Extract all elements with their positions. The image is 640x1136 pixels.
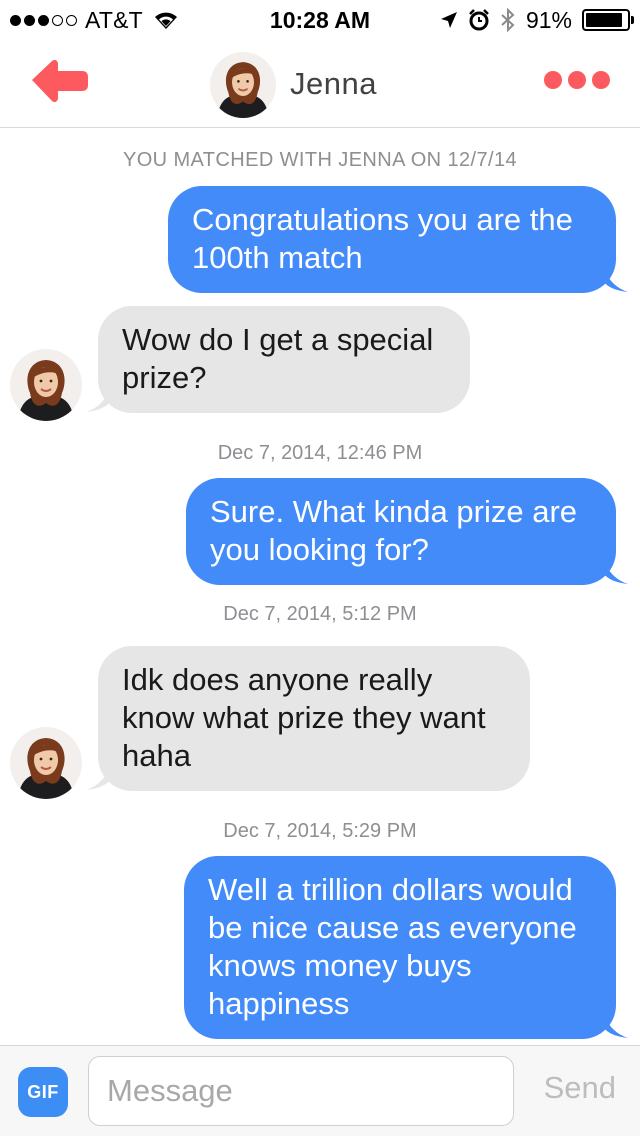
message-timestamp: Dec 7, 2014, 5:12 PM: [223, 603, 417, 625]
sender-avatar[interactable]: [10, 349, 82, 421]
incoming-message[interactable]: Idk does anyone really know what prize t…: [98, 646, 530, 791]
message-text: Congratulations you are the 100th match: [192, 202, 573, 275]
status-bar: AT&T 10:28 AM 91%: [0, 0, 640, 40]
message-input[interactable]: [88, 1056, 514, 1126]
gif-button[interactable]: GIF: [18, 1067, 68, 1117]
chat-header: Jenna: [0, 40, 640, 128]
more-options-button[interactable]: [544, 71, 610, 89]
message-text: Well a trillion dollars would be nice ca…: [208, 872, 577, 1021]
bubble-tail: [86, 388, 110, 412]
back-arrow-icon: [32, 59, 88, 103]
message-timestamp: Dec 7, 2014, 12:46 PM: [217, 442, 423, 464]
sender-avatar[interactable]: [10, 727, 82, 799]
incoming-message[interactable]: Wow do I get a special prize?: [98, 306, 470, 413]
send-button[interactable]: Send: [544, 1070, 616, 1106]
outgoing-message[interactable]: Congratulations you are the 100th match: [168, 186, 616, 293]
battery-percent: 91%: [525, 6, 572, 33]
bubble-tail: [604, 1014, 628, 1038]
battery-icon: [582, 9, 634, 31]
message-text: Sure. What kinda prize are you looking f…: [210, 494, 578, 567]
message-text: Idk does anyone really know what prize t…: [122, 662, 486, 773]
battery-fill: [586, 13, 623, 27]
location-arrow-icon: [440, 12, 457, 28]
outgoing-message[interactable]: Well a trillion dollars would be nice ca…: [184, 856, 616, 1039]
bubble-tail: [86, 766, 110, 790]
bubble-tail: [604, 560, 628, 584]
match-notice: YOU MATCHED WITH JENNA ON 12/7/14: [122, 149, 517, 171]
match-avatar[interactable]: [210, 52, 276, 118]
more-dots-icon: [544, 71, 562, 89]
composer-bar: GIF Send: [0, 1045, 640, 1136]
message-text: Wow do I get a special prize?: [122, 322, 434, 395]
chat-thread[interactable]: YOU MATCHED WITH JENNA ON 12/7/14 Congra…: [0, 129, 640, 1045]
status-right: 91%: [440, 6, 634, 34]
outgoing-message[interactable]: Sure. What kinda prize are you looking f…: [186, 478, 616, 585]
back-button[interactable]: [28, 56, 92, 106]
bubble-tail: [604, 268, 628, 292]
bluetooth-icon: [501, 8, 515, 32]
match-name[interactable]: Jenna: [290, 66, 377, 102]
alarm-clock-icon: [469, 9, 489, 31]
message-timestamp: Dec 7, 2014, 5:29 PM: [223, 820, 417, 842]
